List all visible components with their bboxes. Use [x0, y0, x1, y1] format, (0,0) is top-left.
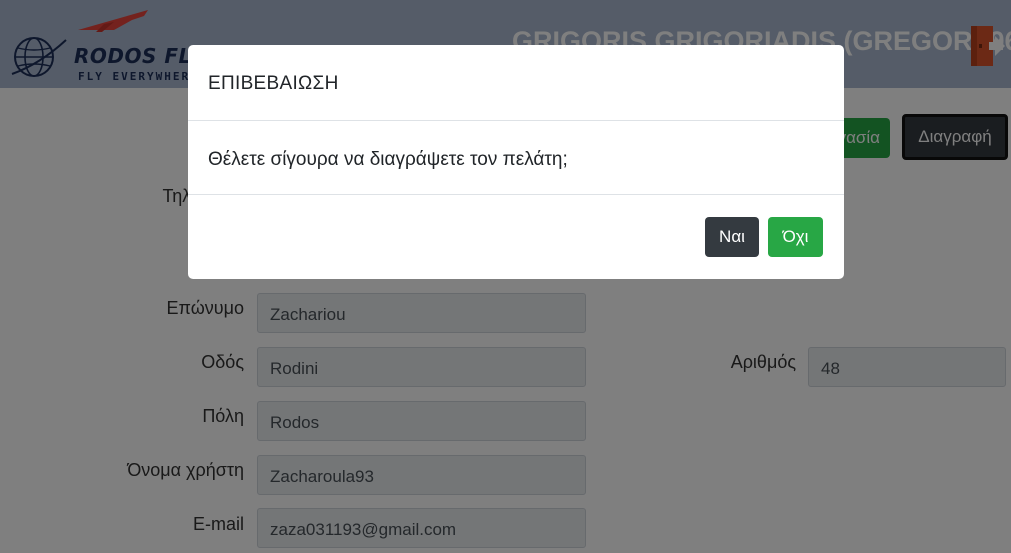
confirm-yes-button[interactable]: Ναι — [705, 217, 759, 257]
dialog-message: Θέλετε σίγουρα να διαγράψετε τον πελάτη; — [208, 149, 568, 170]
dialog-header: ΕΠΙΒΕΒΑΙΩΣΗ — [188, 45, 844, 121]
confirm-dialog: ΕΠΙΒΕΒΑΙΩΣΗ Θέλετε σίγουρα να διαγράψετε… — [188, 45, 844, 279]
confirm-no-button[interactable]: Όχι — [768, 217, 823, 257]
dialog-body: Θέλετε σίγουρα να διαγράψετε τον πελάτη; — [188, 121, 844, 195]
dialog-title: ΕΠΙΒΕΒΑΙΩΣΗ — [208, 73, 339, 94]
